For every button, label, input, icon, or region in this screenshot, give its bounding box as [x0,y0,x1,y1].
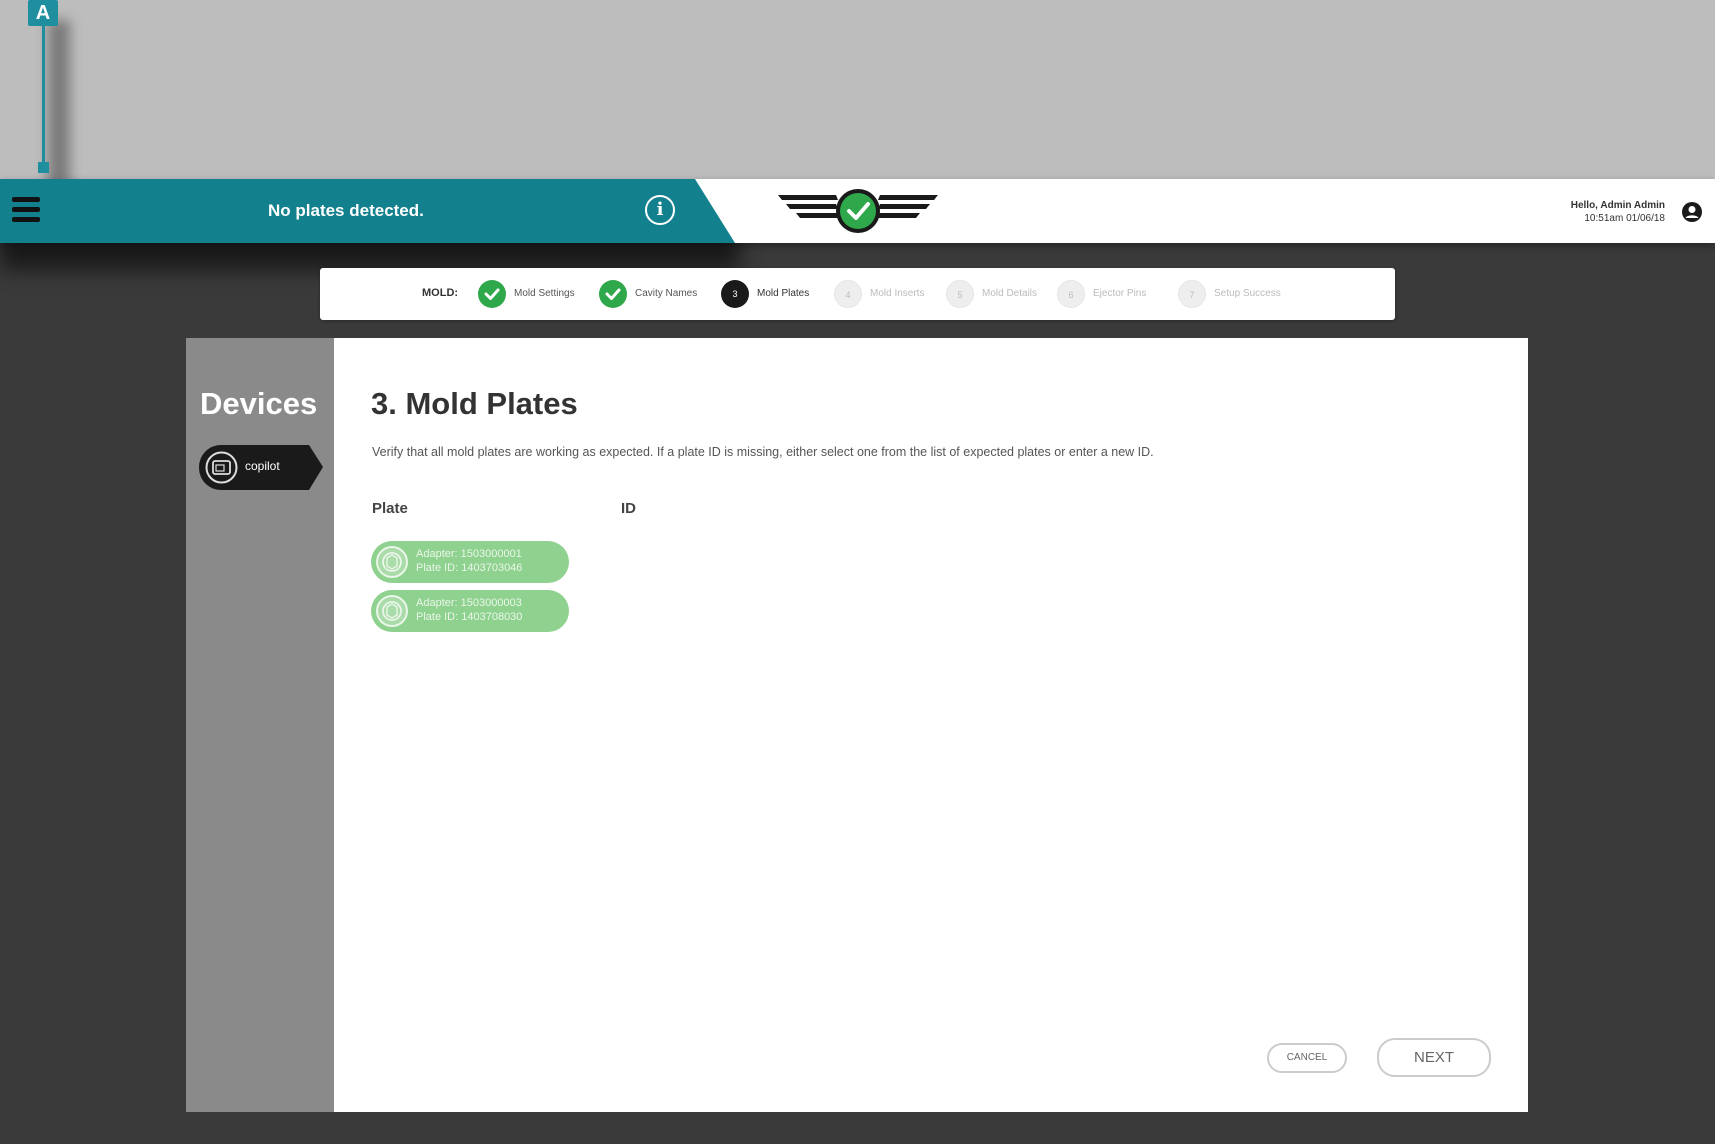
user-greeting: Hello, Admin Admin [1570,200,1665,211]
plate-icon [376,546,408,578]
top-background [0,0,1715,179]
callout-label: A [28,0,58,26]
step-label: Mold Plates [757,288,810,299]
step-label: Cavity Names [635,288,698,299]
step-number: 6 [1057,280,1085,308]
step-label: Mold Inserts [870,288,925,299]
column-header-plate: Plate [372,500,408,517]
cancel-button[interactable]: CANCEL [1267,1043,1347,1073]
callout-line [42,26,45,166]
user-account-icon[interactable] [1681,201,1703,223]
banner-message: No plates detected. [268,201,424,220]
hamburger-menu-icon[interactable] [12,197,40,223]
callout-shadow [48,20,70,200]
check-icon [599,280,627,308]
notification-banner: No plates detected. i [0,179,735,243]
step-number: 3 [721,280,749,308]
user-info: Hello, Admin Admin 10:51am 01/06/18 [1571,199,1665,225]
page-description: Verify that all mold plates are working … [372,445,1154,459]
step-number: 5 [946,280,974,308]
mold-plates-panel: 3. Mold Plates Verify that all mold plat… [334,338,1528,1112]
plate-id: Plate ID: 1403703046 [416,562,523,574]
step-number: 7 [1178,280,1206,308]
device-item-copilot[interactable]: copilot [199,445,323,490]
user-timestamp: 10:51am 01/06/18 [1584,213,1665,224]
step-label: Mold Details [982,288,1038,299]
plate-item[interactable]: Adapter: 1503000003 Plate ID: 1403708030 [371,590,569,632]
next-button[interactable]: NEXT [1377,1038,1491,1077]
sidebar-title: Devices [200,386,318,421]
check-icon [478,280,506,308]
app-logo [778,189,938,233]
callout-endpoint [38,162,49,173]
column-header-id: ID [621,500,636,517]
device-label: copilot [245,459,280,473]
step-label: Mold Settings [514,288,575,299]
mold-setup-stepper: MOLD: Mold Settings Cavity Names 3 Mold … [320,268,1395,320]
plate-icon [376,595,408,627]
stepper-prefix: MOLD: [422,287,459,299]
page-title: 3. Mold Plates [371,386,578,421]
plate-adapter: Adapter: 1503000003 [416,597,522,609]
plate-adapter: Adapter: 1503000001 [416,548,522,560]
device-icon [205,451,238,484]
step-number: 4 [834,280,862,308]
info-icon[interactable]: i [645,195,675,225]
plate-id: Plate ID: 1403708030 [416,611,523,623]
step-label: Setup Success [1214,288,1281,299]
devices-sidebar: Devices copilot [186,338,334,1112]
plate-item[interactable]: Adapter: 1503000001 Plate ID: 1403703046 [371,541,569,583]
step-label: Ejector Pins [1093,288,1147,299]
app-header: No plates detected. i Hello, Admin Admin… [0,179,1715,243]
